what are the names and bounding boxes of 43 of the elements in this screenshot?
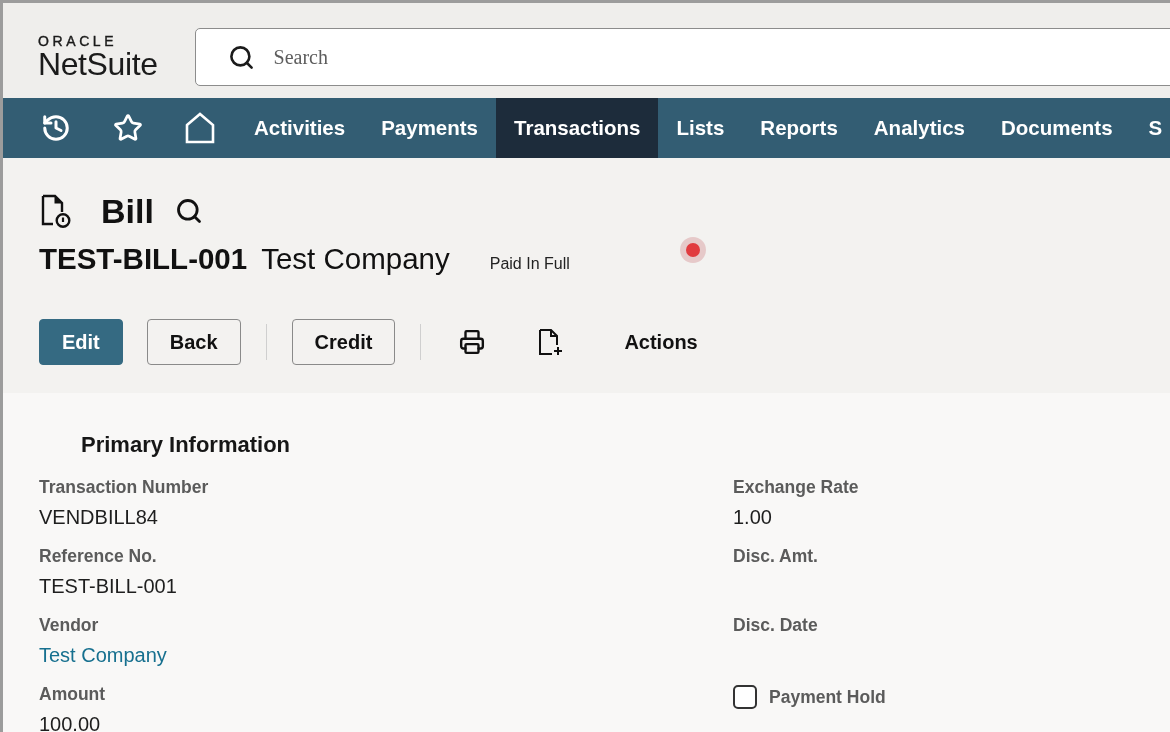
printer-icon [459,329,486,355]
toolbar-button[interactable]: Edit [39,319,123,365]
logo-name: NetSuite [38,49,158,80]
nav-tab[interactable]: S [1130,98,1170,158]
nav-tab[interactable]: Activities [236,98,364,158]
search-field[interactable]: Search [194,28,1170,86]
section-title: Primary Information [81,431,291,459]
toolbar-button[interactable]: Back [146,319,241,365]
history-icon [41,113,71,143]
field-label: Exchange Rate [733,476,859,498]
toolbar-button[interactable]: Credit [291,319,396,365]
record-dot-icon [679,236,707,264]
record-entity: Test Company [261,241,450,277]
search-icon[interactable] [174,197,203,225]
field-value: 1.00 [733,505,772,529]
checkbox-label: Payment Hold [769,686,886,708]
document-clock-icon [39,194,71,228]
field-value: VENDBILL84 [39,505,158,529]
record-type-title: Bill [101,191,154,231]
nav-tab[interactable]: Reports [742,98,856,158]
field-value: TEST-BILL-001 [39,574,177,598]
field-link[interactable]: Test Company [39,643,167,667]
field-label: Disc. Date [733,614,818,636]
field-value: 100.00 [39,712,101,732]
record-number: TEST-BILL-001 [39,241,248,277]
actions-menu-button[interactable]: Actions [602,319,720,365]
nav-tab[interactable]: Documents [982,98,1131,158]
logo-caption: ORACLE [38,34,118,49]
nav-tab[interactable]: Lists [658,98,743,158]
field-label: Reference No. [39,545,157,567]
new-document-icon [537,328,564,356]
field-label: Transaction Number [39,476,209,498]
nav-tab[interactable]: Payments [363,98,496,158]
nav-tab[interactable]: Analytics [855,98,983,158]
field-label: Disc. Amt. [733,545,818,567]
nav-tab[interactable]: Transactions [496,98,659,158]
search-icon [227,44,255,71]
field-label: Vendor [39,614,99,636]
status-text: Paid In Full [489,255,570,273]
home-icon [185,112,215,144]
field-label: Amount [39,683,106,705]
star-icon [113,113,143,143]
checkbox[interactable] [733,685,757,709]
